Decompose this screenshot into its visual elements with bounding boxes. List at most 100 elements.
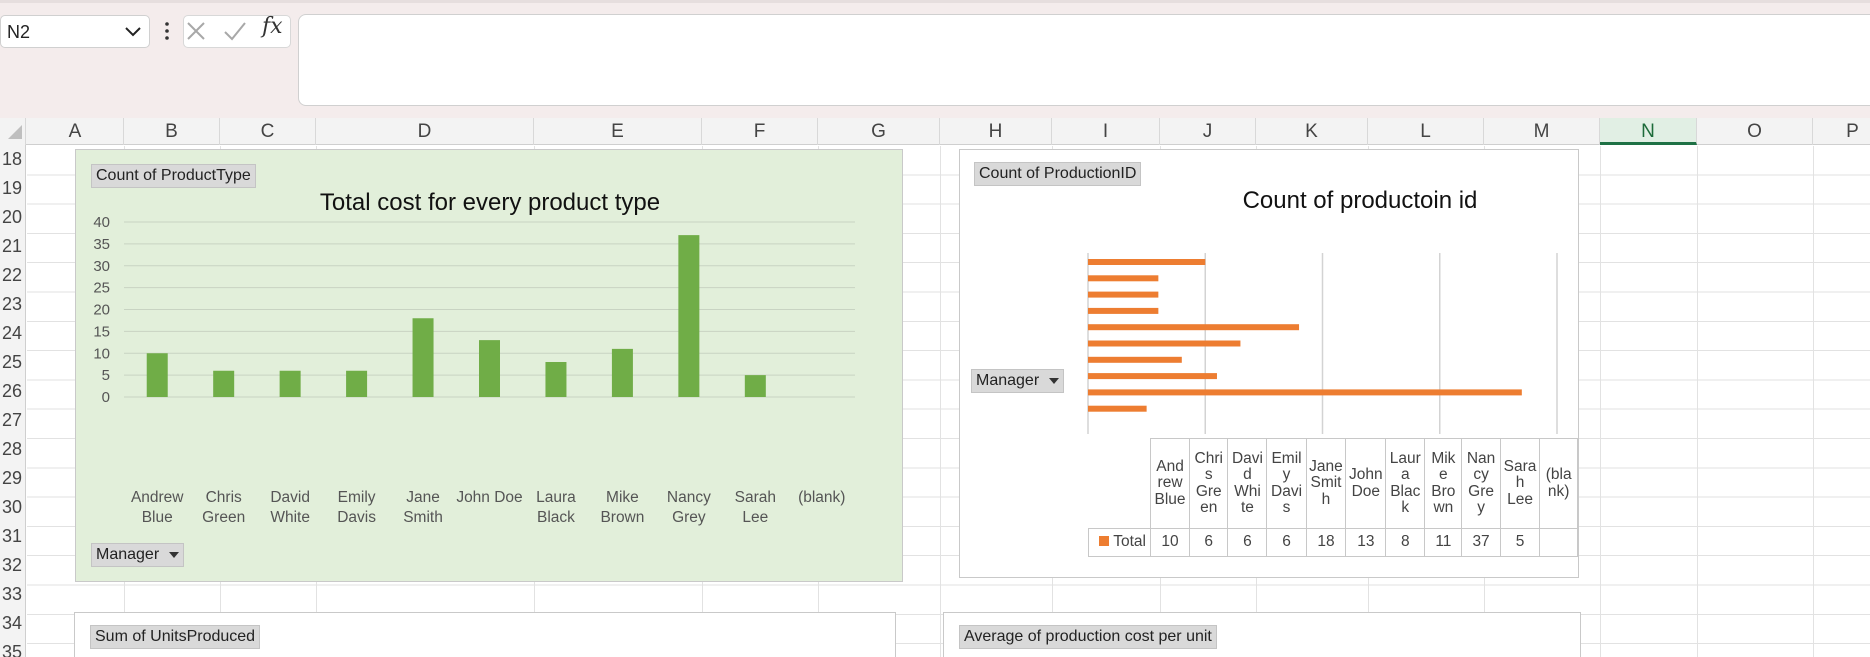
- bar-4[interactable]: [346, 370, 368, 397]
- data-table-value-cell: [1539, 528, 1578, 557]
- bar-9[interactable]: [1088, 389, 1522, 396]
- row-header-29[interactable]: 29: [0, 464, 22, 493]
- bar-2[interactable]: [1088, 275, 1159, 282]
- y-tick-label: 10: [93, 345, 110, 362]
- data-table-header-line: Whi: [1234, 482, 1261, 500]
- data-table-header-line: Emil: [1271, 449, 1302, 467]
- row-header-22[interactable]: 22: [0, 261, 22, 290]
- name-box[interactable]: N2: [0, 15, 150, 48]
- bar-5[interactable]: [412, 318, 434, 397]
- column-header-F[interactable]: F: [702, 118, 818, 145]
- pivot-chart-units-produced[interactable]: Sum of UnitsProduced: [74, 612, 896, 657]
- row-header-32[interactable]: 32: [0, 551, 22, 580]
- row-header-25[interactable]: 25: [0, 348, 22, 377]
- bar-2[interactable]: [213, 370, 235, 397]
- cancel-icon[interactable]: [184, 19, 208, 43]
- row-header-34[interactable]: 34: [0, 609, 22, 638]
- x-tick-label: Chris: [206, 489, 242, 506]
- data-table-header-line: And: [1156, 457, 1184, 475]
- bar-9[interactable]: [678, 235, 700, 397]
- pivot-chart-avg-cost[interactable]: Average of production cost per unit: [943, 612, 1581, 657]
- bar-8[interactable]: [1088, 373, 1217, 380]
- bar-6[interactable]: [1088, 340, 1241, 347]
- y-tick-label: 0: [102, 389, 110, 406]
- bar-8[interactable]: [611, 348, 633, 397]
- column-header-J[interactable]: J: [1160, 118, 1256, 145]
- bar-10[interactable]: [744, 375, 766, 397]
- row-header-30[interactable]: 30: [0, 493, 22, 522]
- column-header-G[interactable]: G: [818, 118, 940, 145]
- data-table-header-cell: Davi d Whi te: [1227, 438, 1268, 529]
- bar-3[interactable]: [279, 370, 301, 397]
- axis-field-button-manager[interactable]: Manager: [91, 543, 185, 567]
- x-tick-label: Andrew: [131, 489, 184, 506]
- bar-3[interactable]: [1088, 291, 1159, 298]
- row-header-31[interactable]: 31: [0, 522, 22, 551]
- row-header-24[interactable]: 24: [0, 319, 22, 348]
- row-header-28[interactable]: 28: [0, 435, 22, 464]
- data-table-header-line: Gre: [1195, 482, 1222, 500]
- data-table-header-line: Smit: [1310, 474, 1342, 492]
- x-tick-label: John Doe: [456, 489, 522, 506]
- data-table-header-line: Gre: [1468, 482, 1494, 500]
- data-table-header-line: k: [1401, 499, 1410, 516]
- column-header-K[interactable]: K: [1256, 118, 1368, 145]
- column-header-M[interactable]: M: [1484, 118, 1600, 145]
- column-chart[interactable]: 0 5 10 15 20 25 30 35 40 Andrew Blue Chris Green Davi…: [76, 150, 904, 583]
- data-table-header-line: Doe: [1351, 482, 1381, 500]
- row-header-18[interactable]: 18: [0, 145, 22, 174]
- chevron-down-icon[interactable]: [123, 20, 143, 42]
- column-header-H[interactable]: H: [940, 118, 1052, 145]
- data-table-header-line: wn: [1433, 499, 1454, 516]
- enter-check-icon[interactable]: [222, 19, 248, 43]
- column-header-E[interactable]: E: [534, 118, 702, 145]
- bar-1[interactable]: [146, 353, 168, 397]
- formula-input[interactable]: [298, 14, 1870, 106]
- data-table-header-line: Mik: [1431, 449, 1456, 467]
- more-options-icon[interactable]: [162, 18, 172, 44]
- pivot-chart-product-type[interactable]: Count of ProductType Total cost for ever…: [75, 149, 903, 582]
- row-header-20[interactable]: 20: [0, 203, 22, 232]
- dropdown-arrow-icon[interactable]: [169, 551, 180, 558]
- data-table-header-line: h: [1321, 490, 1331, 508]
- pivot-chart-production-id[interactable]: Count of ProductionID Count of productoi…: [959, 149, 1579, 578]
- values-field-button[interactable]: Average of production cost per unit: [959, 625, 1217, 649]
- insert-function-button[interactable]: fx: [262, 14, 283, 39]
- data-table-header-line: rew: [1157, 474, 1183, 492]
- x-tick-label: Nancy: [667, 489, 711, 506]
- bar-1[interactable]: [1088, 259, 1206, 265]
- bar-5[interactable]: [1088, 324, 1300, 331]
- data-table-header-line: Davi: [1271, 482, 1303, 500]
- data-table-header-cell: John Doe: [1345, 438, 1387, 529]
- x-tick-label: Brown: [600, 509, 644, 526]
- row-header-21[interactable]: 21: [0, 232, 22, 261]
- bar-6[interactable]: [479, 340, 500, 397]
- row-header-19[interactable]: 19: [0, 174, 22, 203]
- ribbon-edge: [0, 0, 1870, 3]
- column-header-A[interactable]: A: [27, 118, 124, 145]
- column-header-B[interactable]: B: [124, 118, 220, 145]
- bar-7[interactable]: [545, 362, 567, 397]
- column-header-O[interactable]: O: [1697, 118, 1813, 145]
- column-header-L[interactable]: L: [1368, 118, 1484, 145]
- data-table-header-line: Bro: [1431, 482, 1456, 500]
- row-header-26[interactable]: 26: [0, 377, 22, 406]
- chart-data-table: And rew Blue Chri s Gre en Davi d Whi te Emil y Davi s…: [1088, 438, 1578, 557]
- column-header-C[interactable]: C: [220, 118, 316, 145]
- row-header-33[interactable]: 33: [0, 580, 22, 609]
- row-header-27[interactable]: 27: [0, 406, 22, 435]
- column-header-N[interactable]: N: [1600, 118, 1697, 145]
- x-tick-label: Mike: [606, 489, 639, 506]
- row-header-35[interactable]: 35: [0, 638, 22, 657]
- column-header-D[interactable]: D: [316, 118, 534, 145]
- bar-4[interactable]: [1088, 307, 1159, 314]
- data-table-header-line: Sara: [1503, 457, 1537, 475]
- select-all-icon[interactable]: [6, 123, 24, 141]
- column-header-P[interactable]: P: [1813, 118, 1870, 145]
- row-header-23[interactable]: 23: [0, 290, 22, 319]
- bar-10[interactable]: [1088, 405, 1147, 412]
- bar-7[interactable]: [1088, 356, 1182, 363]
- column-header-I[interactable]: I: [1052, 118, 1160, 145]
- data-table-header-line: s: [1282, 499, 1291, 516]
- values-field-button[interactable]: Sum of UnitsProduced: [90, 625, 261, 649]
